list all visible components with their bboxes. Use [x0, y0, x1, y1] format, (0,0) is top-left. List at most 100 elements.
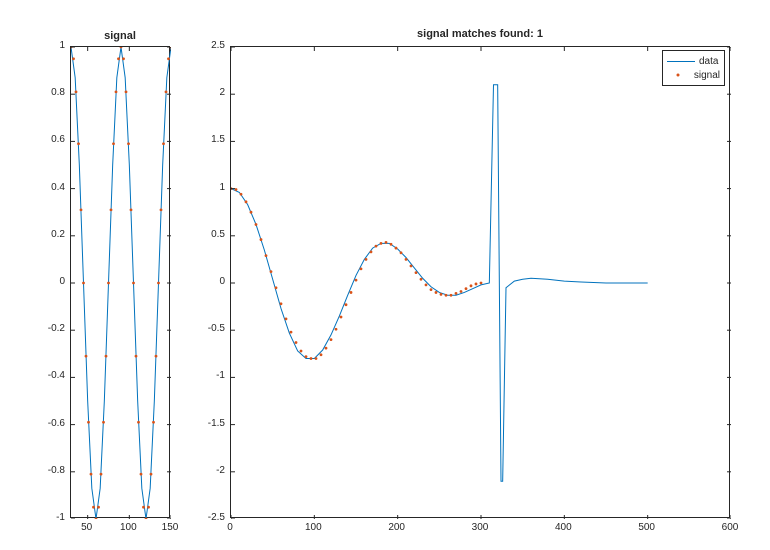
ytick-label: 0.4 [30, 182, 65, 193]
dot [107, 282, 110, 285]
dot [280, 302, 283, 305]
xtick-label: 600 [710, 522, 750, 533]
right-axis [230, 46, 730, 518]
dot [300, 350, 303, 353]
ytick-label: -1.5 [190, 418, 225, 429]
dot [162, 142, 165, 145]
dot [100, 473, 103, 476]
dot [465, 287, 468, 290]
dot [95, 518, 98, 519]
dot [240, 193, 243, 196]
dot [365, 258, 368, 261]
dot [75, 90, 78, 93]
dot [102, 421, 105, 424]
xtick-label: 500 [627, 522, 667, 533]
dot [120, 47, 123, 48]
ytick-label: -0.2 [30, 323, 65, 334]
dot [390, 243, 393, 246]
dot [115, 90, 118, 93]
xtick-label: 50 [67, 522, 107, 533]
dot [330, 338, 333, 341]
dot [415, 271, 418, 274]
dot [150, 473, 153, 476]
dot [380, 242, 383, 245]
legend-swatch-dot [667, 69, 690, 81]
dot [355, 279, 358, 282]
ytick-label: -1 [190, 370, 225, 381]
dot [305, 355, 308, 358]
dot [460, 290, 463, 293]
dot [132, 282, 135, 285]
dot [335, 328, 338, 331]
dot [480, 282, 483, 285]
dot [80, 208, 83, 211]
xtick-label: 400 [543, 522, 583, 533]
legend-swatch-line [667, 55, 695, 67]
dot [127, 142, 130, 145]
dot [320, 353, 323, 356]
dot [155, 355, 158, 358]
dot [82, 282, 85, 285]
dot [142, 506, 145, 509]
dot [145, 518, 148, 519]
dot [167, 57, 170, 60]
legend-item-signal: signal [667, 68, 720, 82]
dot [475, 283, 478, 286]
ytick-label: 1 [30, 40, 65, 51]
left-plot-area [71, 47, 171, 519]
dot [255, 223, 258, 226]
legend-label-1: signal [694, 70, 720, 81]
ytick-label: 0.8 [30, 87, 65, 98]
ytick-label: -0.5 [190, 323, 225, 334]
figure: signal signal matches found: 1 data sign… [0, 0, 770, 550]
dot [440, 293, 443, 296]
legend-label-0: data [699, 56, 718, 67]
dot [325, 347, 328, 350]
dot [375, 245, 378, 248]
dot [117, 57, 120, 60]
ytick-label: -0.6 [30, 418, 65, 429]
dot [340, 316, 343, 319]
dot [260, 238, 263, 241]
xtick-label: 150 [150, 522, 190, 533]
dot [135, 355, 138, 358]
dot [430, 288, 433, 291]
ytick-label: -0.4 [30, 370, 65, 381]
left-axis [70, 46, 170, 518]
dot [450, 294, 453, 297]
dot [445, 294, 448, 297]
dot [420, 278, 423, 281]
dot [455, 292, 458, 295]
dot [290, 331, 293, 334]
ytick-label: 2.5 [190, 40, 225, 51]
dot [85, 355, 88, 358]
series-signal-line [71, 47, 171, 519]
dot [92, 506, 95, 509]
dot [245, 200, 248, 203]
dot [270, 270, 273, 273]
dot [405, 258, 408, 261]
right-plot-area [231, 47, 731, 519]
dot [250, 211, 253, 214]
right-title: signal matches found: 1 [230, 28, 730, 40]
dot [122, 57, 125, 60]
dot [160, 208, 163, 211]
ytick-label: -0.8 [30, 465, 65, 476]
dot [360, 267, 363, 270]
dot [165, 90, 168, 93]
dot [385, 241, 388, 244]
xtick-label: 100 [293, 522, 333, 533]
dot [435, 291, 438, 294]
dot [295, 341, 298, 344]
ytick-label: 0 [30, 276, 65, 287]
xtick-label: 200 [377, 522, 417, 533]
dot [112, 142, 115, 145]
xtick-label: 100 [108, 522, 148, 533]
dot [275, 286, 278, 289]
dot [105, 355, 108, 358]
dot [90, 473, 93, 476]
dot [400, 251, 403, 254]
dot [130, 208, 133, 211]
legend: data signal [662, 50, 725, 86]
dot [140, 473, 143, 476]
